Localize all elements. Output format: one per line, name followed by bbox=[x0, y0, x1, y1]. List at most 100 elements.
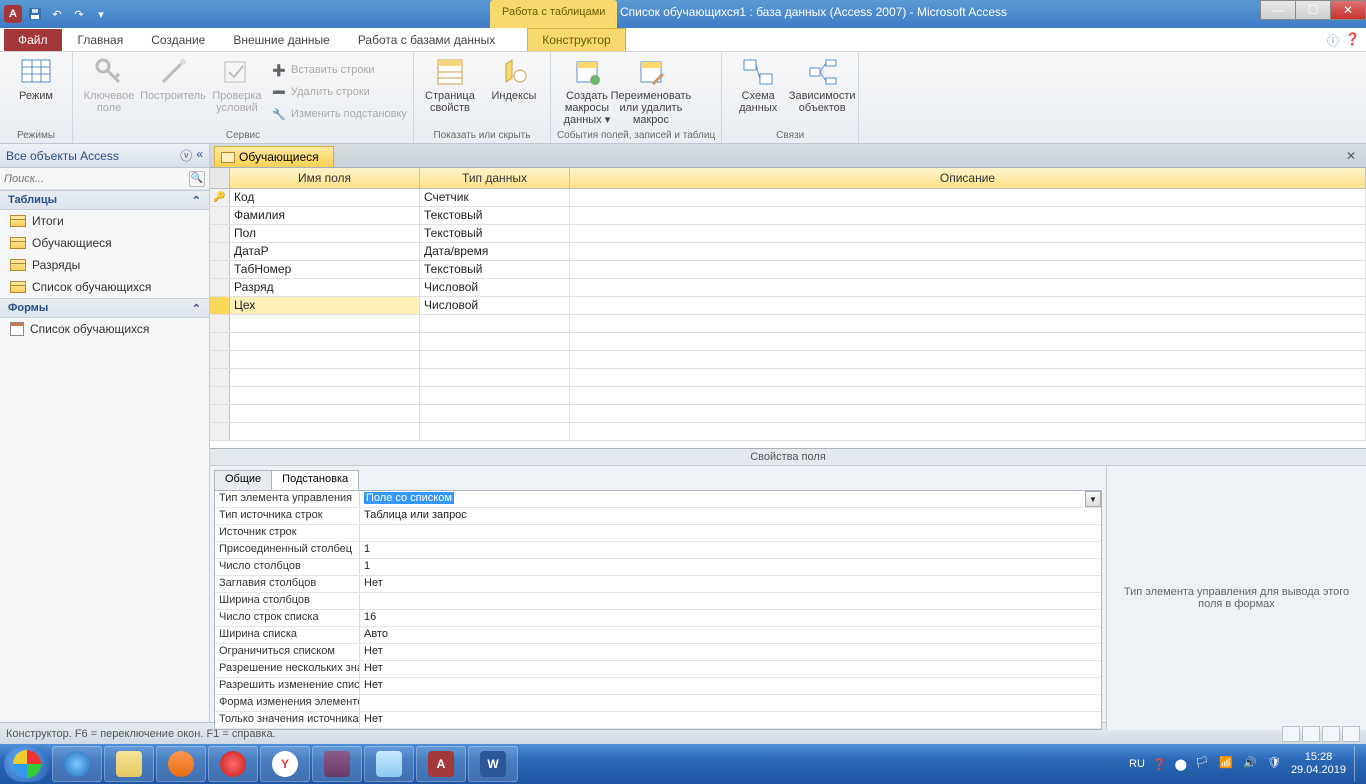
taskbar-clock[interactable]: 15:28 29.04.2019 bbox=[1291, 751, 1346, 777]
taskbar-opera[interactable] bbox=[208, 746, 258, 782]
cell-data-type[interactable] bbox=[420, 387, 570, 404]
cell-data-type[interactable]: Текстовый bbox=[420, 207, 570, 224]
nav-item-table[interactable]: Список обучающихся bbox=[0, 276, 209, 298]
field-row[interactable] bbox=[210, 351, 1366, 369]
cell-field-name[interactable] bbox=[230, 423, 420, 440]
cell-description[interactable] bbox=[570, 297, 1366, 314]
property-row[interactable]: Заглавия столбцовНет bbox=[215, 576, 1101, 593]
tray-volume-icon[interactable]: 🔊 bbox=[1243, 756, 1259, 772]
row-selector[interactable] bbox=[210, 207, 230, 224]
property-row[interactable]: Тип источника строкТаблица или запрос bbox=[215, 508, 1101, 525]
col-data-type[interactable]: Тип данных bbox=[420, 168, 570, 188]
cell-data-type[interactable] bbox=[420, 351, 570, 368]
file-tab[interactable]: Файл bbox=[4, 29, 62, 51]
property-row[interactable]: Присоединенный столбец1 bbox=[215, 542, 1101, 559]
tab-database-tools[interactable]: Работа с базами данных bbox=[344, 29, 509, 51]
cell-description[interactable] bbox=[570, 261, 1366, 278]
navpane-collapse-icon[interactable]: « bbox=[196, 147, 203, 164]
field-row[interactable]: ТабНомерТекстовый bbox=[210, 261, 1366, 279]
cell-description[interactable] bbox=[570, 279, 1366, 296]
help-icon[interactable]: ❓ bbox=[1345, 32, 1360, 49]
property-value[interactable] bbox=[360, 525, 1101, 541]
property-row[interactable]: Источник строк bbox=[215, 525, 1101, 542]
cell-data-type[interactable]: Дата/время bbox=[420, 243, 570, 260]
row-selector[interactable] bbox=[210, 279, 230, 296]
property-value[interactable]: 1 bbox=[360, 559, 1101, 575]
property-value[interactable] bbox=[360, 695, 1101, 711]
dropdown-icon[interactable]: ▼ bbox=[1085, 491, 1101, 507]
tray-security-icon[interactable]: ⬤ bbox=[1175, 758, 1187, 771]
cell-field-name[interactable] bbox=[230, 351, 420, 368]
save-icon[interactable] bbox=[26, 5, 44, 23]
property-value[interactable]: Таблица или запрос bbox=[360, 508, 1101, 524]
property-value[interactable]: Поле со списком▼ bbox=[360, 491, 1101, 507]
indexes-button[interactable]: Индексы bbox=[484, 56, 544, 102]
cell-description[interactable] bbox=[570, 387, 1366, 404]
cell-field-name[interactable]: Пол bbox=[230, 225, 420, 242]
field-row[interactable] bbox=[210, 369, 1366, 387]
property-value[interactable]: Авто bbox=[360, 627, 1101, 643]
form-view-button[interactable] bbox=[1342, 726, 1360, 742]
cell-data-type[interactable]: Числовой bbox=[420, 279, 570, 296]
cell-field-name[interactable]: Фамилия bbox=[230, 207, 420, 224]
redo-icon[interactable]: ↷ bbox=[70, 5, 88, 23]
col-description[interactable]: Описание bbox=[570, 168, 1366, 188]
search-icon[interactable]: 🔍 bbox=[189, 171, 205, 187]
property-value[interactable] bbox=[360, 593, 1101, 609]
cell-field-name[interactable] bbox=[230, 333, 420, 350]
property-row[interactable]: Число столбцов1 bbox=[215, 559, 1101, 576]
primary-key-button[interactable]: Ключевое поле bbox=[79, 56, 139, 114]
navpane-header[interactable]: Все объекты Access ⓥ « bbox=[0, 144, 209, 168]
property-row[interactable]: Форма изменения элементов списка bbox=[215, 695, 1101, 712]
field-row[interactable]: ДатаРДата/время bbox=[210, 243, 1366, 261]
design-view-button[interactable] bbox=[1302, 726, 1320, 742]
taskbar-media[interactable] bbox=[156, 746, 206, 782]
cell-data-type[interactable] bbox=[420, 369, 570, 386]
close-button[interactable]: ✕ bbox=[1330, 0, 1366, 20]
cell-description[interactable] bbox=[570, 333, 1366, 350]
nav-item-table[interactable]: Обучающиеся bbox=[0, 232, 209, 254]
tray-flag-icon[interactable]: 🏳 bbox=[1195, 756, 1211, 772]
row-selector[interactable] bbox=[210, 423, 230, 440]
language-indicator[interactable]: RU bbox=[1129, 758, 1145, 770]
maximize-button[interactable]: ☐ bbox=[1295, 0, 1331, 20]
cell-field-name[interactable]: Код bbox=[230, 189, 420, 206]
col-field-name[interactable]: Имя поля bbox=[230, 168, 420, 188]
cell-field-name[interactable]: Цех bbox=[230, 297, 420, 314]
cell-description[interactable] bbox=[570, 351, 1366, 368]
taskbar-paint[interactable] bbox=[364, 746, 414, 782]
cell-data-type[interactable]: Счетчик bbox=[420, 189, 570, 206]
builder-button[interactable]: Построитель bbox=[143, 56, 203, 102]
cell-field-name[interactable] bbox=[230, 387, 420, 404]
property-value[interactable]: Нет bbox=[360, 644, 1101, 660]
nav-item-table[interactable]: Разряды bbox=[0, 254, 209, 276]
taskbar-word[interactable]: W bbox=[468, 746, 518, 782]
taskbar-access[interactable]: A bbox=[416, 746, 466, 782]
delete-rows-button[interactable]: ➖Удалить строки bbox=[271, 82, 407, 102]
tab-design[interactable]: Конструктор bbox=[527, 28, 625, 51]
field-row[interactable] bbox=[210, 315, 1366, 333]
start-button[interactable] bbox=[4, 746, 50, 782]
navgroup-tables[interactable]: Таблицы ⌃ bbox=[0, 190, 209, 210]
cell-description[interactable] bbox=[570, 423, 1366, 440]
cell-data-type[interactable]: Числовой bbox=[420, 297, 570, 314]
nav-item-table[interactable]: Итоги bbox=[0, 210, 209, 232]
cell-description[interactable] bbox=[570, 369, 1366, 386]
property-row[interactable]: Ширина столбцов bbox=[215, 593, 1101, 610]
app-icon[interactable]: A bbox=[4, 5, 22, 23]
row-selector-header[interactable] bbox=[210, 168, 230, 188]
taskbar-yandex[interactable]: Y bbox=[260, 746, 310, 782]
tab-lookup[interactable]: Подстановка bbox=[271, 470, 359, 490]
row-selector[interactable] bbox=[210, 405, 230, 422]
cell-description[interactable] bbox=[570, 243, 1366, 260]
ribbon-minimize-icon[interactable]: ⓘ bbox=[1327, 32, 1339, 49]
cell-field-name[interactable] bbox=[230, 369, 420, 386]
cell-data-type[interactable] bbox=[420, 333, 570, 350]
tab-create[interactable]: Создание bbox=[137, 29, 219, 51]
document-tab[interactable]: Обучающиеся bbox=[214, 146, 334, 167]
property-row[interactable]: Ограничиться спискомНет bbox=[215, 644, 1101, 661]
cell-description[interactable] bbox=[570, 189, 1366, 206]
cell-field-name[interactable] bbox=[230, 315, 420, 332]
field-row[interactable] bbox=[210, 333, 1366, 351]
cell-field-name[interactable] bbox=[230, 405, 420, 422]
